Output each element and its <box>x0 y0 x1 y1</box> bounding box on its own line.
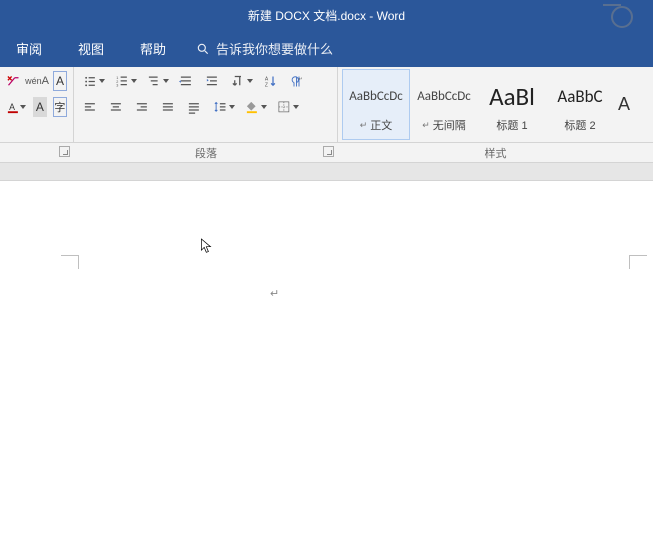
svg-text:↵: ↵ <box>298 76 302 82</box>
ribbon-tabs: 审阅 视图 帮助 告诉我你想要做什么 <box>0 30 653 67</box>
tab-help[interactable]: 帮助 <box>134 35 172 62</box>
style-cutoff: A <box>614 69 634 140</box>
style-preview: AaBl <box>489 79 535 115</box>
paragraph-mark-icon <box>360 119 368 131</box>
style-heading-2[interactable]: AaBbC 标题 2 <box>546 69 614 140</box>
page-margin-corner-left <box>61 255 79 269</box>
style-heading-1[interactable]: AaBl 标题 1 <box>478 69 546 140</box>
paragraph-mark-icon <box>422 119 430 131</box>
show-formatting-marks-button[interactable]: ↵ <box>286 71 306 91</box>
increase-indent-button[interactable] <box>202 71 222 91</box>
character-border-icon[interactable]: A <box>53 71 67 91</box>
multilevel-list-button[interactable] <box>144 71 164 91</box>
style-preview: AaBbCcDc <box>417 79 471 115</box>
title-bar: 新建 DOCX 文档.docx - Word <box>0 0 653 30</box>
align-center-button[interactable] <box>106 97 126 117</box>
line-spacing-button[interactable] <box>210 97 230 117</box>
numbering-button[interactable]: 123 <box>112 71 132 91</box>
svg-text:3: 3 <box>116 83 118 87</box>
font-group-label <box>0 143 74 162</box>
style-no-spacing[interactable]: AaBbCcDc 无间隔 <box>410 69 478 140</box>
align-distributed-button[interactable] <box>184 97 204 117</box>
tell-me-search[interactable]: 告诉我你想要做什么 <box>196 39 333 58</box>
svg-text:A: A <box>9 102 15 112</box>
paragraph-group-label: 段落 <box>74 143 338 162</box>
style-preview: AaBbCcDc <box>349 79 403 115</box>
shading-button[interactable] <box>242 97 262 117</box>
style-label: 正文 <box>370 117 392 133</box>
character-shading-icon[interactable]: A <box>33 97 47 117</box>
ribbon: wénA A A A 字 123 AZ ↵ <box>0 67 653 143</box>
window-title: 新建 DOCX 文档.docx - Word <box>248 7 405 24</box>
mouse-cursor-icon <box>200 237 214 255</box>
styles-label-text: 样式 <box>485 145 507 161</box>
style-label: 无间隔 <box>433 117 466 133</box>
enclose-characters-icon[interactable]: 字 <box>53 97 67 117</box>
font-group: wénA A A A 字 <box>0 67 74 142</box>
text-direction-button[interactable] <box>228 71 248 91</box>
paragraph-end-mark-icon: ↵ <box>270 287 279 300</box>
font-color-button[interactable]: A <box>6 97 21 117</box>
ribbon-group-labels: 段落 样式 <box>0 143 653 163</box>
font-dialog-launcher[interactable] <box>59 146 70 157</box>
style-preview: AaBbC <box>557 79 602 115</box>
search-icon <box>196 42 210 56</box>
overlay-badge-icon <box>611 6 633 28</box>
sort-button[interactable]: AZ <box>260 71 280 91</box>
svg-text:Z: Z <box>264 82 267 88</box>
styles-gallery: AaBbCcDc 正文 AaBbCcDc 无间隔 AaBl 标题 1 AaBbC… <box>338 67 653 142</box>
tell-me-label: 告诉我你想要做什么 <box>216 39 333 58</box>
document-canvas[interactable]: ↵ <box>0 181 653 551</box>
borders-button[interactable] <box>274 97 294 117</box>
decrease-indent-button[interactable] <box>176 71 196 91</box>
paragraph-label-text: 段落 <box>195 145 217 161</box>
align-left-button[interactable] <box>80 97 100 117</box>
svg-text:A: A <box>264 76 268 82</box>
bullets-button[interactable] <box>80 71 100 91</box>
tab-review[interactable]: 审阅 <box>10 35 48 62</box>
ruler-strip <box>0 163 653 181</box>
style-label: 标题 2 <box>564 117 595 133</box>
tab-view[interactable]: 视图 <box>72 35 110 62</box>
phonetic-guide-icon[interactable]: wénA <box>27 71 47 91</box>
clear-formatting-icon[interactable] <box>6 71 21 91</box>
page-margin-corner-right <box>629 255 647 269</box>
style-label: 标题 1 <box>496 117 527 133</box>
paragraph-group: 123 AZ ↵ <box>74 67 338 142</box>
style-normal[interactable]: AaBbCcDc 正文 <box>342 69 410 140</box>
paragraph-dialog-launcher[interactable] <box>323 146 334 157</box>
align-right-button[interactable] <box>132 97 152 117</box>
styles-group-label: 样式 <box>338 143 653 162</box>
align-justify-button[interactable] <box>158 97 178 117</box>
